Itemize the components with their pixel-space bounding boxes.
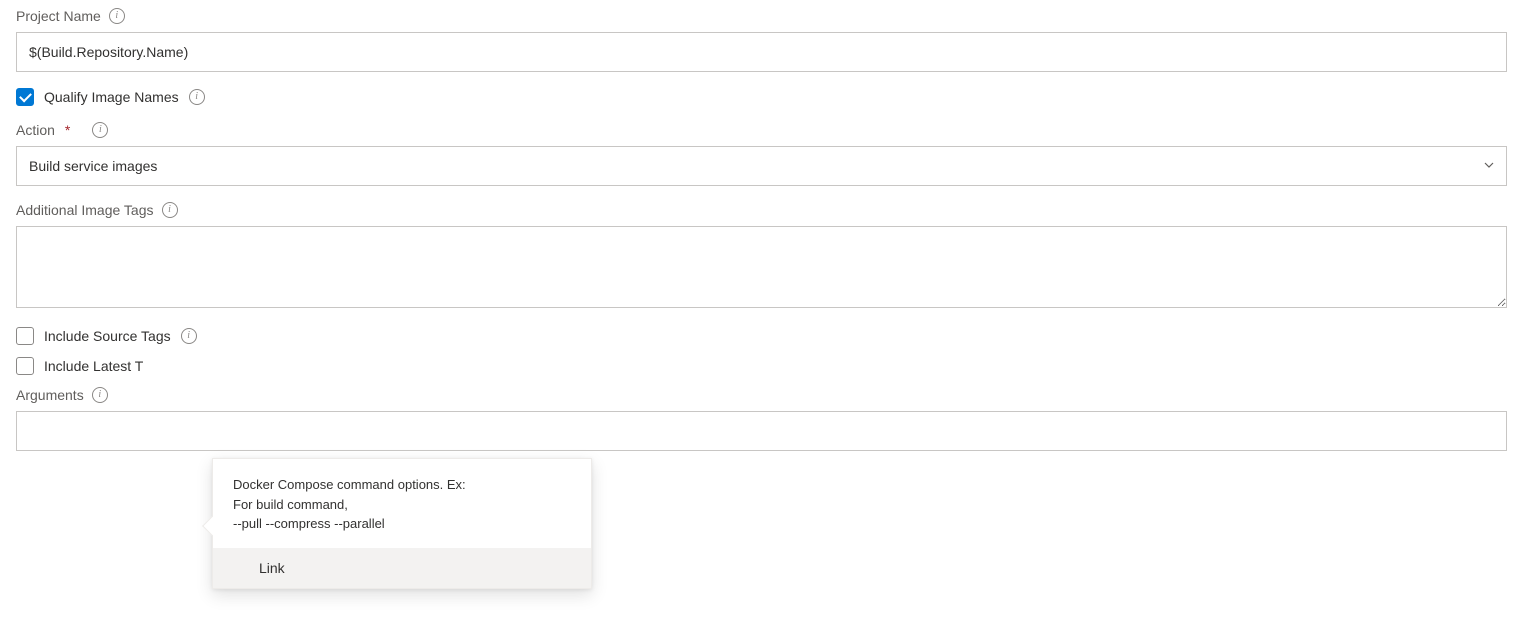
include-source-tags-label: Include Source Tags bbox=[44, 328, 171, 344]
include-latest-tag-row: Include Latest T bbox=[16, 357, 1507, 375]
additional-tags-label: Additional Image Tags bbox=[16, 202, 154, 218]
arguments-tooltip: Docker Compose command options. Ex: For … bbox=[212, 458, 592, 589]
qualify-image-names-label: Qualify Image Names bbox=[44, 89, 179, 105]
tooltip-footer: Link bbox=[213, 548, 591, 588]
qualify-image-names-checkbox[interactable] bbox=[16, 88, 34, 106]
tooltip-link[interactable]: Link bbox=[259, 560, 285, 576]
additional-tags-textarea[interactable] bbox=[16, 226, 1507, 308]
include-latest-tag-checkbox[interactable] bbox=[16, 357, 34, 375]
project-name-label: Project Name bbox=[16, 8, 101, 24]
action-field: Action * i bbox=[16, 122, 1507, 186]
required-marker: * bbox=[65, 122, 70, 138]
info-icon[interactable]: i bbox=[92, 122, 108, 138]
info-icon[interactable]: i bbox=[92, 387, 108, 403]
project-name-input[interactable] bbox=[16, 32, 1507, 72]
additional-tags-field: Additional Image Tags i bbox=[16, 202, 1507, 311]
info-icon[interactable]: i bbox=[109, 8, 125, 24]
action-label: Action bbox=[16, 122, 55, 138]
tooltip-line2: For build command, bbox=[233, 495, 571, 515]
include-source-tags-checkbox[interactable] bbox=[16, 327, 34, 345]
project-name-field: Project Name i bbox=[16, 8, 1507, 72]
info-icon[interactable]: i bbox=[162, 202, 178, 218]
tooltip-line1: Docker Compose command options. Ex: bbox=[233, 475, 571, 495]
arguments-input[interactable] bbox=[16, 411, 1507, 451]
arguments-label: Arguments bbox=[16, 387, 84, 403]
info-icon[interactable]: i bbox=[189, 89, 205, 105]
include-latest-tag-label: Include Latest T bbox=[44, 358, 143, 374]
tooltip-line3: --pull --compress --parallel bbox=[233, 514, 571, 534]
info-icon[interactable]: i bbox=[181, 328, 197, 344]
tooltip-body: Docker Compose command options. Ex: For … bbox=[213, 459, 591, 548]
qualify-image-names-row: Qualify Image Names i bbox=[16, 88, 1507, 106]
include-source-tags-row: Include Source Tags i bbox=[16, 327, 1507, 345]
action-select[interactable] bbox=[16, 146, 1507, 186]
arguments-field: Arguments i bbox=[16, 387, 1507, 451]
